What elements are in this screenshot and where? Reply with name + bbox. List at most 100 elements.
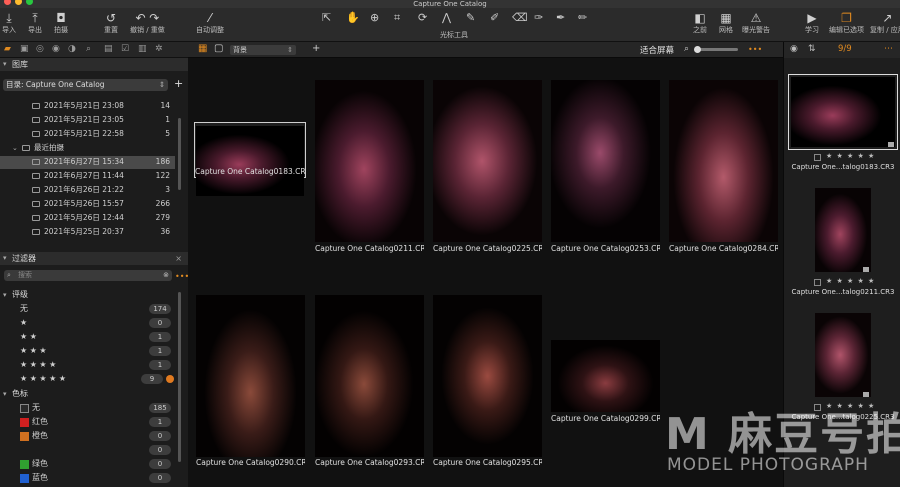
rating-filter-row[interactable]: ★ ★ ★ 1 <box>0 344 175 358</box>
rating-filter-row[interactable]: ★ ★ ★ ★ 1 <box>0 358 175 372</box>
fit-screen-label[interactable]: 适合屏幕 <box>640 44 674 56</box>
more-options-icon[interactable]: ••• <box>748 45 762 54</box>
filters-scrollbar[interactable] <box>178 292 181 462</box>
play-icon: ▶ <box>807 11 817 25</box>
annotate-icon[interactable]: ✒ <box>556 11 565 24</box>
album-row[interactable]: 2021年6月27日 11:44 122 <box>0 170 175 183</box>
auto-adjust-button[interactable]: ⁄ 自动调整 <box>196 10 224 35</box>
background-select[interactable]: 背景 ⇕ <box>230 45 296 55</box>
single-view-icon[interactable]: ▢ <box>214 43 223 54</box>
keystone-icon[interactable]: ⋀ <box>442 11 451 24</box>
color-filter-row[interactable]: 红色 1 <box>0 415 175 429</box>
eye-icon[interactable]: ◉ <box>790 44 798 54</box>
filters-header[interactable]: ▾ 过滤器 × <box>0 252 188 265</box>
thumbnail[interactable]: Capture One Catalog0284.CR3 <box>669 80 778 256</box>
eraser-icon[interactable]: ⌫ <box>512 11 528 24</box>
rating-count: 1 <box>149 346 171 356</box>
rating-filter-row[interactable]: ★ ★ 1 <box>0 330 175 344</box>
clear-search-icon[interactable]: ⊗ <box>163 270 169 281</box>
select-checkbox[interactable] <box>814 279 821 286</box>
rating-filter-row[interactable]: ★ 0 <box>0 316 175 330</box>
color-tag-section-header[interactable]: ▾ 色标 <box>0 388 175 400</box>
add-icon[interactable]: + <box>312 43 320 54</box>
star-rating[interactable]: ★ ★ ★ ★ ★ <box>826 152 875 160</box>
slider-knob[interactable] <box>694 46 701 53</box>
add-collection-button[interactable]: + <box>174 77 183 90</box>
select-cursor-icon[interactable]: ⇱ <box>322 11 331 24</box>
color-filter-row[interactable]: 无 185 <box>0 401 175 415</box>
catalog-select[interactable]: 目录: Capture One Catalog ⇕ <box>3 79 168 91</box>
star-rating[interactable]: ★ ★ ★ ★ ★ <box>826 277 875 285</box>
grid-label: 网格 <box>719 26 733 34</box>
rating-label: ★ ★ ★ ★ ★ <box>20 374 67 383</box>
zoom-icon[interactable]: ⊕ <box>370 11 379 24</box>
learn-button[interactable]: ▶ 学习 <box>805 10 819 35</box>
thumbnail-filename: Capture One Catalog0284.CR3 <box>669 244 778 253</box>
grid-view-icon[interactable]: ▦ <box>198 43 207 54</box>
collapse-icon: ▾ <box>3 291 7 299</box>
filter-search-input[interactable]: ⌕ 搜索 ⊗ <box>4 270 172 281</box>
close-icon[interactable]: × <box>175 252 182 265</box>
thumbnail[interactable]: Capture One Catalog0253.CR3 <box>551 80 660 256</box>
album-row[interactable]: 2021年5月26日 12:44 279 <box>0 212 175 225</box>
color-filter-row[interactable]: 绿色 0 <box>0 457 175 471</box>
rating-section-header[interactable]: ▾ 评级 <box>0 289 175 301</box>
rotate-icon[interactable]: ⟳ <box>418 11 427 24</box>
thumbnail[interactable]: Capture One Catalog0225.CR3 <box>433 80 542 256</box>
thumbnail[interactable]: Capture One Catalog0211.CR3 <box>315 80 424 256</box>
zoom-search-icon[interactable]: ⌕ <box>684 44 689 54</box>
thumbnail-size-slider[interactable] <box>694 46 738 53</box>
thumbnail[interactable]: Capture One Catalog0299.CR3 <box>551 340 660 426</box>
album-icon <box>32 159 40 165</box>
pan-hand-icon[interactable]: ✋ <box>346 11 360 24</box>
viewer-area: ▦ ▢ 背景 ⇕ + 适合屏幕 ⌕ ••• Capture One Catalog… <box>188 42 783 487</box>
grid-icon: ▦ <box>720 11 732 25</box>
color-filter-row[interactable]: 蓝色 0 <box>0 471 175 485</box>
rating-filter-row[interactable]: 无 174 <box>0 302 175 316</box>
select-checkbox[interactable] <box>814 154 821 161</box>
star-rating[interactable]: ★ ★ ★ ★ ★ <box>826 402 875 410</box>
before-button[interactable]: ◧ 之前 <box>693 10 707 35</box>
album-row[interactable]: 2021年6月26日 21:22 3 <box>0 184 175 197</box>
album-row[interactable]: 2021年5月25日 20:37 36 <box>0 226 175 239</box>
rating-filter-row[interactable]: ★ ★ ★ ★ ★ 9 <box>0 372 175 386</box>
exposure-warning-button[interactable]: ⚠ 曝光警告 <box>742 10 770 35</box>
album-row[interactable]: 2021年5月26日 15:57 266 <box>0 198 175 211</box>
picker-icon[interactable]: ✑ <box>534 11 543 24</box>
learn-label: 学习 <box>805 26 819 34</box>
album-row[interactable]: 2021年5月21日 23:05 1 <box>0 114 175 127</box>
annotate-pen-icon[interactable]: ✏ <box>578 11 587 24</box>
thumbnail-selected[interactable]: Capture One Catalog0183.CR3 <box>194 122 306 196</box>
thumbnail[interactable]: Capture One Catalog0290.CR3 <box>196 295 305 470</box>
search-placeholder: 搜索 <box>18 271 32 279</box>
album-count: 5 <box>165 129 170 138</box>
thumbnail[interactable]: Capture One Catalog0293.CR3 <box>315 295 424 470</box>
mask-brush-icon[interactable]: ✎ <box>466 11 475 24</box>
browser-item[interactable]: ★ ★ ★ ★ ★ Capture One...talog0211.CR3 <box>788 185 898 309</box>
warning-icon: ⚠ <box>750 11 762 25</box>
album-row[interactable]: 2021年5月21日 23:08 14 <box>0 100 175 113</box>
brush-icon[interactable]: ✐ <box>490 11 499 24</box>
thumbnail-filename: Capture One Catalog0183.CR3 <box>195 167 305 176</box>
color-count: 185 <box>149 403 171 413</box>
color-filter-row[interactable]: 橙色 0 <box>0 429 175 443</box>
select-checkbox[interactable] <box>814 404 821 411</box>
grid-button[interactable]: ▦ 网格 <box>719 10 733 35</box>
browser-item[interactable]: ★ ★ ★ ★ ★ Capture One...talog0225.CR3 <box>788 310 898 434</box>
crop-icon[interactable]: ⌗ <box>394 11 400 25</box>
copy-apply-button[interactable]: ↗复制 / 应用 <box>870 10 900 35</box>
album-name: 2021年6月27日 11:44 <box>44 171 124 180</box>
browser-filename: Capture One...talog0225.CR3 <box>791 413 895 421</box>
recent-captures-folder[interactable]: ⌄ 最近拍摄 <box>0 142 175 155</box>
browser-item[interactable]: ★ ★ ★ ★ ★ Capture One...talog0183.CR3 <box>788 74 898 184</box>
edit-selected-button[interactable]: ❐ 编辑已选项 <box>829 10 864 35</box>
album-row-selected[interactable]: 2021年6月27日 15:34 186 <box>0 156 175 169</box>
album-row[interactable]: 2021年5月21日 22:58 5 <box>0 128 175 141</box>
thumbnail-filename: Capture One Catalog0299.CR3 <box>551 414 660 423</box>
library-scrollbar[interactable] <box>178 118 181 190</box>
more-options-icon[interactable]: ⋯ <box>884 44 893 54</box>
thumbnail[interactable]: Capture One Catalog0295.CR3 <box>433 295 542 470</box>
sort-icon[interactable]: ⇅ <box>808 44 816 54</box>
library-header[interactable]: ▾ 图库 <box>0 58 188 71</box>
color-filter-row[interactable]: 0 <box>0 443 175 457</box>
